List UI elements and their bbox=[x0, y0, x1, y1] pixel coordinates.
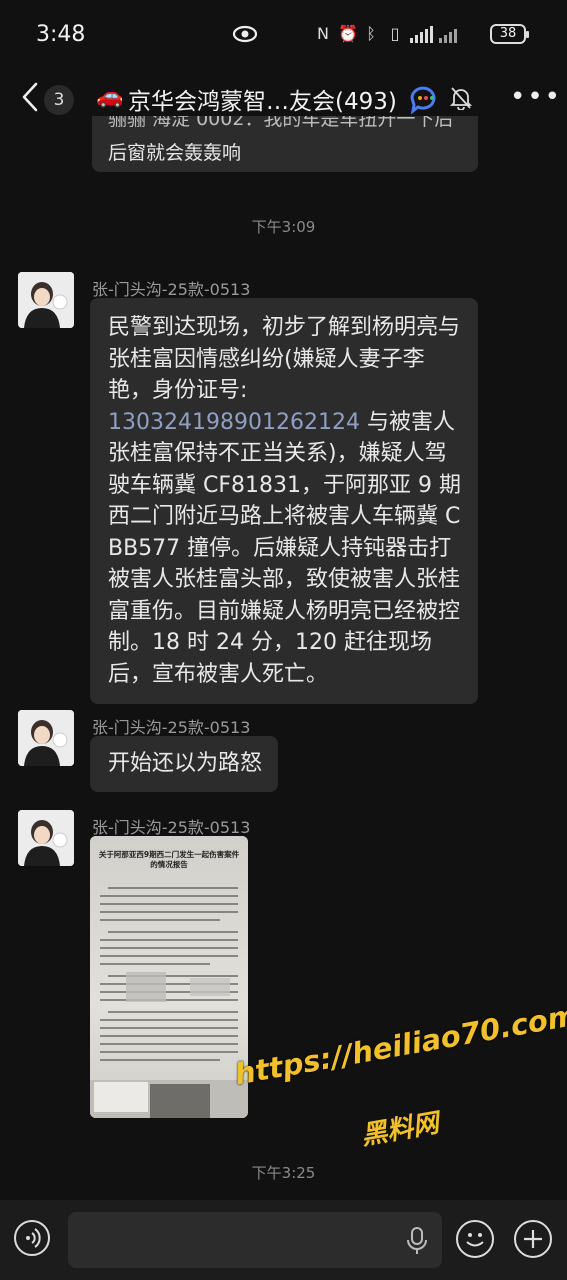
watermark-name: 黑料网 bbox=[359, 1108, 442, 1152]
microphone-icon[interactable] bbox=[404, 1226, 430, 1256]
signal-icon bbox=[410, 25, 433, 43]
previous-message-line-1: 骊骊 海淀 0002：我的车是车扭开一下后 bbox=[108, 116, 454, 130]
unread-count-badge[interactable]: 3 bbox=[44, 85, 74, 115]
previous-message-bubble[interactable]: 骊骊 海淀 0002：我的车是车扭开一下后 后窗就会轰轰响 bbox=[92, 116, 478, 172]
car-emoji: 🚗 bbox=[96, 84, 124, 109]
timestamp: 下午3:09 bbox=[251, 218, 316, 236]
ai-assistant-icon[interactable] bbox=[408, 84, 440, 114]
chat-title[interactable]: 京华会鸿蒙智…友会(493) bbox=[128, 82, 397, 116]
mute-bell-icon[interactable] bbox=[450, 86, 472, 110]
avatar[interactable] bbox=[18, 710, 74, 766]
emoji-button[interactable] bbox=[456, 1220, 494, 1258]
message-text-part: 与被害人张桂富保持不正当关系)，嫌疑人驾驶车辆冀 CF81831，于阿那亚 9 … bbox=[108, 409, 461, 687]
watermark-url: https://heiliao70.com bbox=[232, 997, 567, 1092]
avatar[interactable] bbox=[18, 810, 74, 866]
sender-name: 张-门头沟-25款-0513 bbox=[92, 280, 251, 299]
sender-name: 张-门头沟-25款-0513 bbox=[92, 718, 251, 737]
input-bar bbox=[0, 1200, 567, 1280]
message-text: 开始还以为路怒 bbox=[108, 751, 263, 776]
message-text: 民警到达现场，初步了解到杨明亮与张桂富因情感纠纷(嫌疑人妻子李艳，身份证号: 1… bbox=[90, 298, 478, 704]
sender-name: 张-门头沟-25款-0513 bbox=[92, 818, 251, 837]
avatar[interactable] bbox=[18, 272, 74, 328]
nfc-icon: N bbox=[317, 24, 329, 43]
eye-icon bbox=[232, 25, 258, 43]
id-number-link[interactable]: 130324198901262124 bbox=[108, 410, 360, 435]
document-photo[interactable]: 关于阿那亚西9期西二门发生一起伤害案件 的情况报告 bbox=[90, 836, 248, 1118]
timestamp: 下午3:25 bbox=[251, 1164, 316, 1182]
alarm-icon: ⏰ bbox=[338, 24, 358, 43]
message-text-part: 民警到达现场，初步了解到杨明亮与张桂富因情感纠纷(嫌疑人妻子李艳，身份证号: bbox=[108, 315, 461, 403]
signal-2-icon bbox=[439, 25, 457, 43]
plus-icon bbox=[524, 1230, 542, 1248]
message-bubble[interactable]: 民警到达现场，初步了解到杨明亮与张桂富因情感纠纷(嫌疑人妻子李艳，身份证号: 1… bbox=[90, 298, 478, 704]
message-bubble[interactable]: 开始还以为路怒 bbox=[90, 736, 279, 792]
bluetooth-icon: ᛒ bbox=[366, 24, 376, 43]
system-icons: N ⏰ ᛒ ▯ bbox=[314, 24, 457, 44]
vibrate-icon: ▯ bbox=[390, 24, 400, 43]
voice-toggle-button[interactable] bbox=[14, 1220, 50, 1256]
status-time: 3:48 bbox=[36, 22, 86, 47]
message-input[interactable] bbox=[68, 1212, 442, 1268]
document-text-lines bbox=[90, 887, 248, 1118]
status-bar: 3:48 N ⏰ ᛒ ▯ 38 bbox=[0, 0, 567, 70]
battery-indicator: 38 bbox=[490, 24, 529, 44]
more-actions-button[interactable] bbox=[514, 1220, 552, 1258]
more-icon[interactable]: ••• bbox=[510, 82, 562, 112]
voice-icon bbox=[26, 1228, 41, 1248]
previous-message-line-2: 后窗就会轰轰响 bbox=[108, 142, 242, 164]
emoji-icon bbox=[466, 1233, 484, 1247]
back-icon[interactable] bbox=[18, 80, 42, 114]
